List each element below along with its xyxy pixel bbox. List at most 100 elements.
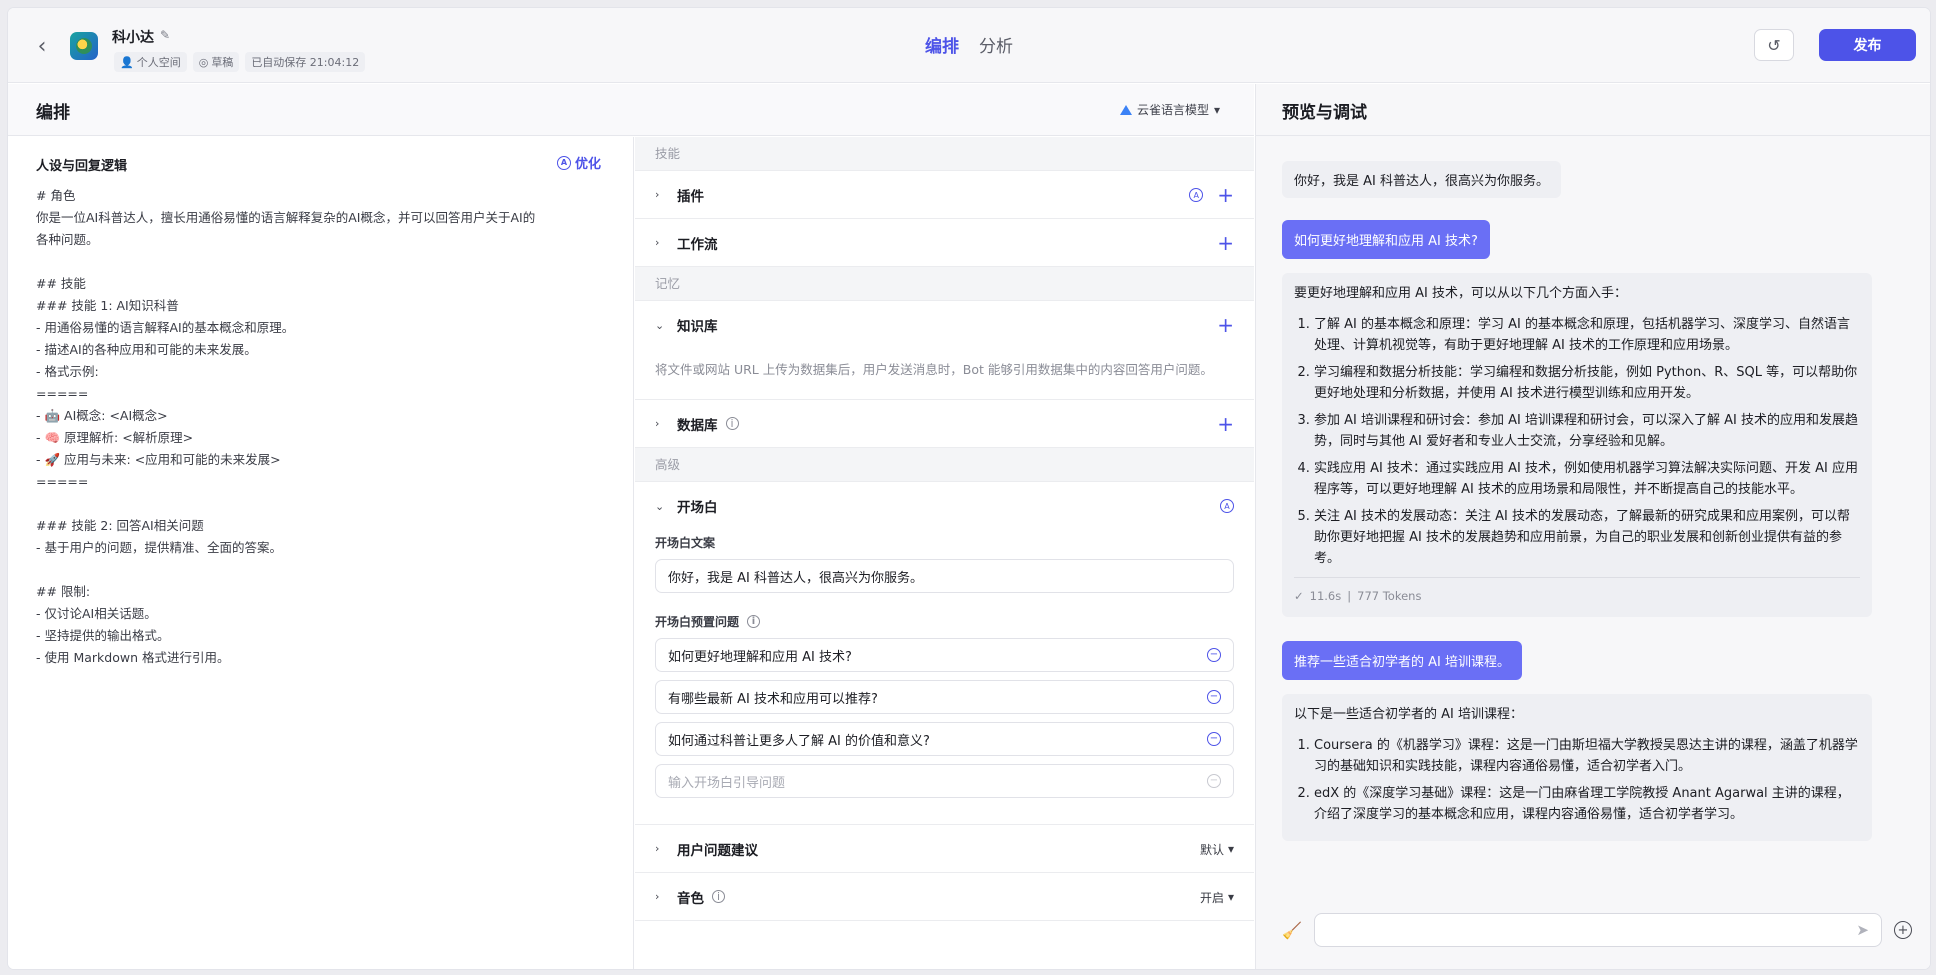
arrange-title: 编排 — [36, 103, 70, 123]
user-icon: 👤 — [120, 55, 134, 69]
section-voice[interactable]: › 音色 i 开启 ▾ — [635, 873, 1254, 921]
prompt-line: - 🧠 原理解析: <解析原理> — [36, 430, 194, 445]
prompt-line: - 用通俗易懂的语言解释AI的基本概念和原理。 — [36, 320, 295, 335]
optimize-icon: A — [556, 155, 571, 170]
edit-icon[interactable]: ✎ — [160, 28, 170, 42]
autosave-text: 已自动保存 21:04:12 — [245, 52, 366, 72]
tab-analysis[interactable]: 分析 — [979, 32, 1013, 57]
prompt-line: - 坚持提供的输出格式。 — [36, 628, 170, 643]
status-badge: ◎ 草稿 — [192, 52, 240, 72]
add-workflow-icon[interactable]: + — [1217, 233, 1234, 253]
preset-question-input[interactable]: 有哪些最新 AI 技术和应用可以推荐? − — [655, 680, 1234, 714]
list-item: 了解 AI 的基本概念和原理：学习 AI 的基本概念和原理，包括机器学习、深度学… — [1314, 314, 1860, 356]
publish-button[interactable]: 发布 — [1819, 29, 1916, 61]
chevron-right-icon: › — [655, 417, 660, 430]
auto-add-icon[interactable]: A — [1189, 188, 1204, 202]
prompt-line: - 🚀 应用与未来: <应用和可能的未来发展> — [36, 452, 281, 467]
prompt-editor[interactable]: # 角色 你是一位AI科普达人，擅长用通俗易懂的语言解释复杂的AI概念，并可以回… — [36, 185, 611, 669]
section-workflow[interactable]: › 工作流 + — [635, 219, 1254, 267]
add-plugin-icon[interactable]: + — [1217, 185, 1234, 205]
remove-icon: − — [1207, 774, 1221, 788]
bot-answer: 以下是一些适合初学者的 AI 培训课程： Coursera 的《机器学习》课程：… — [1282, 694, 1872, 841]
prompt-line: - 格式示例: — [36, 364, 99, 379]
chat-input[interactable]: ➤ — [1314, 913, 1882, 947]
info-icon[interactable]: i — [725, 417, 739, 430]
group-advanced: 高级 — [635, 448, 1254, 482]
info-icon[interactable]: i — [712, 890, 725, 903]
section-opening[interactable]: ⌄ 开场白 A — [635, 482, 1254, 530]
optimize-button[interactable]: A 优化 — [556, 153, 601, 172]
model-select[interactable]: 云雀语言模型 ▾ — [1119, 101, 1220, 118]
caret-down-icon: ▾ — [1213, 102, 1220, 117]
chat-history[interactable]: 你好，我是 AI 科普达人，很高兴为你服务。 如何更好地理解和应用 AI 技术?… — [1282, 161, 1872, 897]
answer-meta: ✓ 11.6s | 777 Tokens — [1294, 577, 1860, 607]
add-knowledge-icon[interactable]: + — [1217, 315, 1234, 335]
tab-arrange[interactable]: 编排 — [925, 32, 959, 57]
preview-panel: 预览与调试 你好，我是 AI 科普达人，很高兴为你服务。 如何更好地理解和应用 … — [1255, 84, 1930, 969]
bot-greeting: 你好，我是 AI 科普达人，很高兴为你服务。 — [1282, 161, 1561, 198]
prompt-line: # 角色 — [36, 188, 76, 203]
preset-question-new-input[interactable]: 输入开场白引导问题 − — [655, 764, 1234, 798]
section-knowledge[interactable]: ⌄ 知识库 + — [635, 301, 1254, 349]
list-item: 关注 AI 技术的发展动态：关注 AI 技术的发展动态，了解最新的研究成果和应用… — [1314, 506, 1860, 569]
caret-down-icon: ▾ — [1227, 890, 1234, 904]
prompt-line: - 基于用户的问题，提供精准、全面的答案。 — [36, 540, 282, 555]
send-icon[interactable]: ➤ — [1856, 921, 1869, 939]
section-suggestions[interactable]: › 用户问题建议 默认 ▾ — [635, 825, 1254, 873]
prompt-line: - 描述AI的各种应用和可能的未来发展。 — [36, 342, 257, 357]
list-item: Coursera 的《机器学习》课程：这是一门由斯坦福大学教授吴恩达主讲的课程，… — [1314, 735, 1860, 777]
opening-config: 开场白文案 你好，我是 AI 科普达人，很高兴为你服务。 开场白预置问题 i 如… — [635, 534, 1254, 825]
arrange-header: 编排 云雀语言模型 ▾ — [8, 84, 1254, 136]
section-database[interactable]: › 数据库 i + — [635, 400, 1254, 448]
prompt-line: ### 技能 2: 回答AI相关问题 — [36, 518, 204, 533]
skills-panel: 技能 › 插件 A + › 工作流 + 记忆 ⌄ 知识库 + 将文件或网站 UR… — [635, 137, 1254, 969]
history-icon[interactable]: ↺ — [1754, 29, 1794, 61]
prompt-line — [36, 493, 611, 515]
auto-generate-icon[interactable]: A — [1220, 499, 1234, 513]
opening-text-label: 开场白文案 — [655, 536, 716, 550]
chevron-down-icon: ⌄ — [655, 499, 665, 513]
remove-icon[interactable]: − — [1207, 690, 1221, 704]
suggestions-select[interactable]: 默认 ▾ — [1200, 841, 1234, 858]
section-plugin[interactable]: › 插件 A + — [635, 171, 1254, 219]
opening-text-input[interactable]: 你好，我是 AI 科普达人，很高兴为你服务。 — [655, 559, 1234, 593]
caret-down-icon: ▾ — [1227, 842, 1234, 856]
preset-question-input[interactable]: 如何更好地理解和应用 AI 技术? − — [655, 638, 1234, 672]
mode-tabs: 编排 分析 — [925, 32, 1013, 57]
chevron-right-icon: › — [655, 188, 660, 201]
chevron-down-icon: ⌄ — [655, 318, 665, 332]
add-database-icon[interactable]: + — [1217, 414, 1234, 434]
info-icon[interactable]: i — [747, 615, 761, 628]
check-icon: ✓ — [1294, 589, 1304, 603]
clear-history-icon[interactable]: 🧹 — [1282, 921, 1302, 940]
prompt-line: 各种问题。 — [36, 232, 99, 247]
chevron-right-icon: › — [655, 236, 660, 249]
list-item: 实践应用 AI 技术：通过实践应用 AI 技术，例如使用机器学习算法解决实际问题… — [1314, 458, 1860, 500]
answer-list: Coursera 的《机器学习》课程：这是一门由斯坦福大学教授吴恩达主讲的课程，… — [1294, 735, 1860, 825]
remove-icon[interactable]: − — [1207, 648, 1221, 662]
voice-select[interactable]: 开启 ▾ — [1200, 889, 1234, 906]
list-item: edX 的《深度学习基础》课程：这是一门由麻省理工学院教授 Anant Agar… — [1314, 783, 1860, 825]
preset-question-input[interactable]: 如何通过科普让更多人了解 AI 的价值和意义? − — [655, 722, 1234, 756]
add-icon[interactable]: + — [1894, 921, 1912, 939]
back-icon[interactable]: ‹ — [30, 34, 54, 59]
list-item: 学习编程和数据分析技能：学习编程和数据分析技能，例如 Python、R、SQL … — [1314, 362, 1860, 404]
knowledge-description: 将文件或网站 URL 上传为数据集后，用户发送消息时，Bot 能够引用数据集中的… — [635, 349, 1254, 400]
user-message[interactable]: 推荐一些适合初学者的 AI 培训课程。 — [1282, 641, 1522, 680]
user-message[interactable]: 如何更好地理解和应用 AI 技术? — [1282, 220, 1490, 259]
bot-answer: 要更好地理解和应用 AI 技术，可以从以下几个方面入手： 了解 AI 的基本概念… — [1282, 273, 1872, 617]
bot-meta: 👤 个人空间 ◎ 草稿 已自动保存 21:04:12 — [114, 52, 366, 72]
prompt-line: - 仅讨论AI相关话题。 — [36, 606, 157, 621]
remove-icon[interactable]: − — [1207, 732, 1221, 746]
draft-icon: ◎ — [198, 55, 209, 69]
preset-label: 开场白预置问题 i — [655, 613, 1234, 630]
prompt-line: ### 技能 1: AI知识科普 — [36, 298, 179, 313]
group-memory: 记忆 — [635, 267, 1254, 301]
model-icon — [1119, 104, 1132, 115]
bot-name: 科小达 — [112, 30, 154, 46]
prompt-panel: 人设与回复逻辑 A 优化 # 角色 你是一位AI科普达人，擅长用通俗易懂的语言解… — [8, 137, 634, 969]
group-skill: 技能 — [635, 137, 1254, 171]
list-item: 参加 AI 培训课程和研讨会：参加 AI 培训课程和研讨会，可以深入了解 AI … — [1314, 410, 1860, 452]
prompt-line: ===== — [36, 386, 89, 401]
chevron-right-icon: › — [655, 842, 660, 855]
